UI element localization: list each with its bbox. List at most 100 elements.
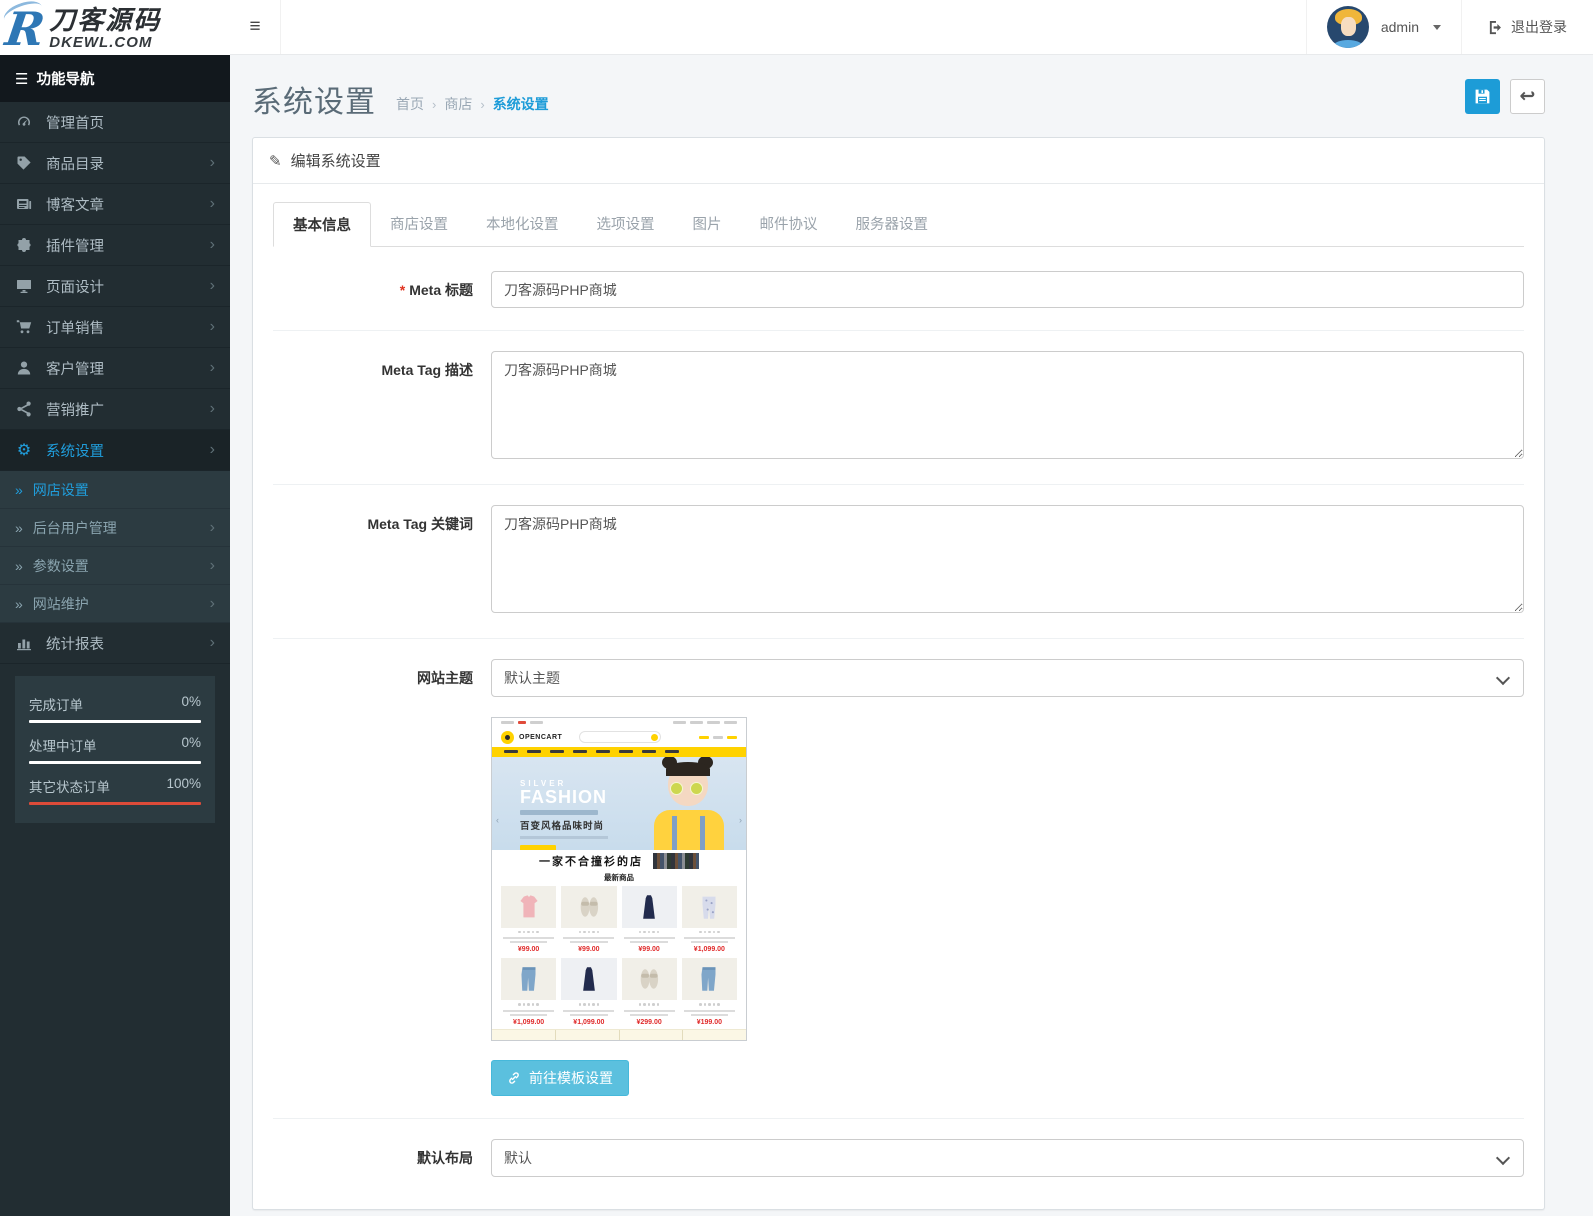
meta-description-textarea[interactable]: 刀客源码PHP商城	[491, 351, 1524, 459]
brand-name: 刀客源码	[49, 7, 161, 33]
sidebar-item-extensions[interactable]: 插件管理 ›	[0, 225, 230, 266]
stat-value: 100%	[166, 776, 201, 796]
settings-tabs: 基本信息 商店设置 本地化设置 选项设置 图片 邮件协议 服务器设置	[273, 202, 1524, 247]
chevron-right-icon: ›	[210, 237, 215, 253]
username: admin	[1381, 19, 1419, 35]
chevron-right-icon: ›	[210, 442, 215, 458]
double-angle-icon: »	[15, 520, 23, 536]
storefront-logo-icon	[501, 731, 514, 744]
product-card: ¥299.00	[622, 958, 677, 1026]
product-card: ¥99.00	[561, 886, 616, 954]
sidebar-item-admin-users[interactable]: » 后台用户管理 ›	[0, 509, 230, 547]
breadcrumb-store[interactable]: 商店	[444, 94, 472, 114]
order-stats-panel: 完成订单 0% 处理中订单 0% 其它状态订单 100%	[15, 676, 215, 823]
meta-title-label: Meta 标题	[409, 282, 473, 298]
stat-bar-completed	[29, 720, 201, 723]
tab-store[interactable]: 商店设置	[371, 202, 467, 247]
tag-icon	[15, 155, 33, 171]
logout-button[interactable]: 退出登录	[1462, 0, 1593, 54]
hamburger-icon: ≡	[249, 16, 260, 38]
pencil-icon: ✎	[269, 152, 282, 170]
meta-keyword-textarea[interactable]: 刀客源码PHP商城	[491, 505, 1524, 613]
storefront-name: OPENCART	[519, 734, 562, 741]
save-button[interactable]	[1465, 79, 1500, 114]
sidebar-item-blog[interactable]: 博客文章 ›	[0, 184, 230, 225]
tab-local[interactable]: 本地化设置	[467, 202, 578, 247]
general-settings-form: *Meta 标题 Meta Tag 描述 刀客源码PHP商城	[273, 247, 1524, 1199]
tab-image[interactable]: 图片	[674, 202, 741, 247]
link-icon	[507, 1071, 521, 1085]
sidebar: R 刀客源码 DKEWL.COM ☰ 功能导航 管理首页 商品目录 › 博客文章	[0, 0, 230, 1216]
chevron-right-icon: ›	[210, 278, 215, 294]
double-angle-icon: »	[15, 482, 23, 498]
double-angle-icon: »	[15, 558, 23, 574]
product-card: ¥1,099.00	[561, 958, 616, 1026]
bar-chart-icon	[15, 635, 33, 651]
chevron-right-icon: ›	[210, 360, 215, 376]
sidebar-item-reports[interactable]: 统计报表 ›	[0, 623, 230, 664]
chevron-right-icon: ›	[210, 635, 215, 651]
settings-panel: ✎ 编辑系统设置 基本信息 商店设置 本地化设置 选项设置 图片 邮件协议 服务…	[252, 137, 1545, 1210]
logout-icon	[1488, 20, 1503, 35]
main-content: 系统设置 首页 › 商店 › 系统设置 ↩	[230, 55, 1593, 1216]
theme-group: 网站主题 默认主题	[273, 639, 1524, 1119]
chevron-right-icon: ›	[210, 196, 215, 212]
tab-mail[interactable]: 邮件协议	[741, 202, 837, 247]
tab-server[interactable]: 服务器设置	[837, 202, 948, 247]
meta-description-label: Meta Tag 描述	[273, 351, 491, 462]
chevron-right-icon: ›	[210, 520, 215, 536]
gear-icon: ⚙	[15, 442, 33, 458]
sidebar-item-marketing[interactable]: 营销推广 ›	[0, 389, 230, 430]
hero-model-figure	[646, 757, 732, 851]
brand-logo[interactable]: R 刀客源码 DKEWL.COM	[0, 0, 230, 55]
theme-select[interactable]: 默认主题	[491, 659, 1524, 697]
stat-value: 0%	[181, 735, 201, 755]
product-card: ¥99.00	[501, 886, 556, 954]
dashboard-icon	[15, 114, 33, 130]
double-angle-icon: »	[15, 596, 23, 612]
chevron-right-icon: ›	[210, 319, 215, 335]
share-icon	[15, 401, 33, 417]
product-card: ¥99.00	[622, 886, 677, 954]
chevron-right-icon: ›	[210, 155, 215, 171]
product-card: ¥199.00	[682, 958, 737, 1026]
user-menu[interactable]: admin	[1306, 0, 1462, 54]
sidebar-item-catalog[interactable]: 商品目录 ›	[0, 143, 230, 184]
go-to-template-settings-button[interactable]: 前往模板设置	[491, 1060, 629, 1096]
sidebar-item-sales[interactable]: 订单销售 ›	[0, 307, 230, 348]
sidebar-item-system[interactable]: ⚙ 系统设置 ›	[0, 430, 230, 471]
sidebar-item-maintenance[interactable]: » 网站维护 ›	[0, 585, 230, 623]
stat-bar-other	[29, 802, 201, 805]
sidebar-item-parameters[interactable]: » 参数设置 ›	[0, 547, 230, 585]
clothing-rack-photo	[653, 853, 699, 869]
sidebar-item-dashboard[interactable]: 管理首页	[0, 102, 230, 143]
floppy-save-icon	[1474, 88, 1491, 105]
product-card: ¥1,099.00	[501, 958, 556, 1026]
breadcrumb-home[interactable]: 首页	[396, 94, 424, 114]
meta-title-input[interactable]	[491, 271, 1524, 308]
panel-heading-title: 编辑系统设置	[291, 150, 381, 171]
caret-down-icon	[1433, 25, 1441, 30]
back-button[interactable]: ↩	[1510, 79, 1545, 114]
brand-domain: DKEWL.COM	[49, 34, 161, 51]
tab-option[interactable]: 选项设置	[578, 202, 674, 247]
sidebar-toggle-button[interactable]: ≡	[230, 0, 281, 54]
sidebar-submenu-system: » 网店设置 » 后台用户管理 › » 参数设置 › » 网站维护 ›	[0, 471, 230, 623]
sidebar-item-store-settings[interactable]: » 网店设置	[0, 471, 230, 509]
theme-preview-image: OPENCART ‹ ›	[491, 717, 747, 1041]
sidebar-menu: 管理首页 商品目录 › 博客文章 › 插件管理 › 页面设计 ›	[0, 102, 230, 471]
meta-description-group: Meta Tag 描述 刀客源码PHP商城	[273, 331, 1524, 485]
cart-icon	[15, 319, 33, 335]
user-icon	[15, 360, 33, 376]
meta-keyword-group: Meta Tag 关键词 刀客源码PHP商城	[273, 485, 1524, 639]
chevron-right-icon: ›	[210, 401, 215, 417]
breadcrumb-current[interactable]: 系统设置	[493, 94, 549, 114]
layout-select[interactable]: 默认	[491, 1139, 1524, 1177]
chevron-right-icon: ›	[210, 558, 215, 574]
desktop-icon	[15, 278, 33, 294]
sidebar-item-customers[interactable]: 客户管理 ›	[0, 348, 230, 389]
sidebar-item-design[interactable]: 页面设计 ›	[0, 266, 230, 307]
stat-processing-orders: 处理中订单 0%	[29, 735, 201, 755]
tab-general[interactable]: 基本信息	[273, 202, 371, 247]
admin-app: R 刀客源码 DKEWL.COM ☰ 功能导航 管理首页 商品目录 › 博客文章	[0, 0, 1593, 1216]
